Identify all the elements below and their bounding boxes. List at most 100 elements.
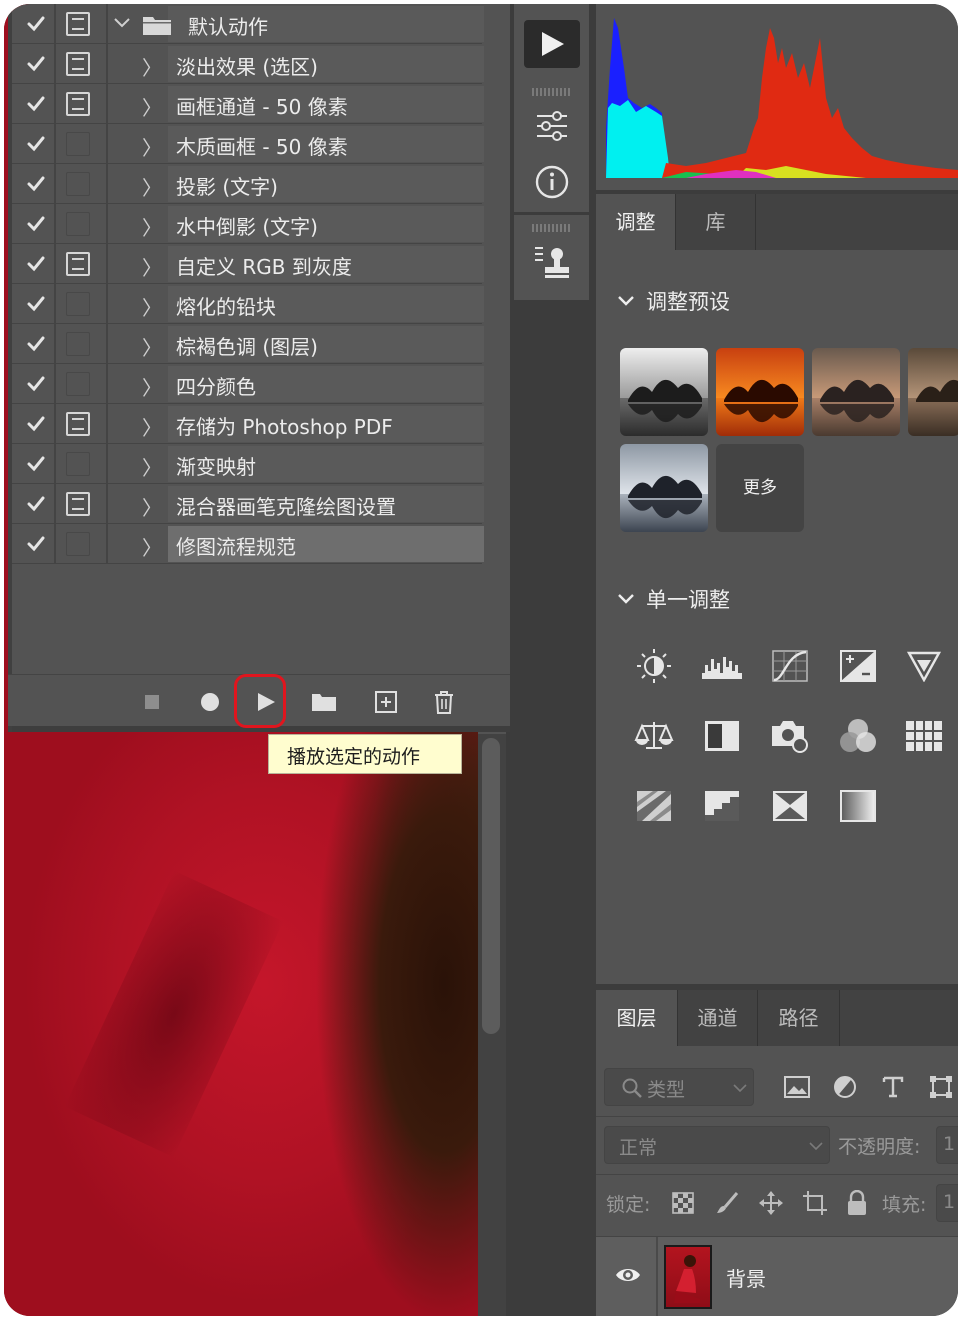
- preset-thumbnail[interactable]: [812, 348, 900, 436]
- chevron-right-icon[interactable]: 〉: [142, 252, 162, 281]
- chevron-down-icon[interactable]: [110, 10, 134, 34]
- dialog-toggle-icon[interactable]: [66, 372, 90, 396]
- invert-button[interactable]: [632, 784, 676, 828]
- dialog-toggle-icon[interactable]: [66, 12, 90, 36]
- checkmark-icon[interactable]: [22, 330, 50, 358]
- action-row[interactable]: 〉渐变映射: [12, 444, 484, 484]
- lock-position-button[interactable]: [756, 1188, 786, 1218]
- action-row[interactable]: 〉混合器画笔克隆绘图设置: [12, 484, 484, 524]
- tab-channels[interactable]: 通道: [678, 990, 758, 1046]
- tab-libraries[interactable]: 库: [676, 194, 756, 250]
- dialog-toggle-icon[interactable]: [66, 532, 90, 556]
- eye-icon[interactable]: [614, 1265, 642, 1285]
- stop-button[interactable]: [132, 685, 172, 719]
- vibrance-button[interactable]: [902, 644, 946, 688]
- preset-thumbnail[interactable]: [908, 348, 958, 436]
- levels-button[interactable]: [700, 644, 744, 688]
- chevron-right-icon[interactable]: 〉: [142, 372, 162, 401]
- action-row[interactable]: 〉投影 (文字): [12, 164, 484, 204]
- dialog-toggle-icon[interactable]: [66, 332, 90, 356]
- chevron-right-icon[interactable]: 〉: [142, 92, 162, 121]
- new-action-button[interactable]: [366, 685, 406, 719]
- chevron-right-icon[interactable]: 〉: [142, 172, 162, 201]
- dialog-toggle-icon[interactable]: [66, 492, 90, 516]
- brightness-contrast-button[interactable]: [632, 644, 676, 688]
- checkmark-icon[interactable]: [22, 530, 50, 558]
- chevron-right-icon[interactable]: 〉: [142, 412, 162, 441]
- tab-adjustments[interactable]: 调整: [596, 194, 676, 250]
- filter-type-button[interactable]: [878, 1072, 908, 1102]
- dialog-toggle-icon[interactable]: [66, 212, 90, 236]
- opacity-input[interactable]: 1: [936, 1126, 958, 1164]
- action-row[interactable]: 〉四分颜色: [12, 364, 484, 404]
- chevron-right-icon[interactable]: 〉: [142, 292, 162, 321]
- lock-all-button[interactable]: [842, 1188, 872, 1218]
- black-white-button[interactable]: [700, 714, 744, 758]
- action-row[interactable]: 〉存储为 Photoshop PDF: [12, 404, 484, 444]
- blend-mode-select[interactable]: 正常: [604, 1126, 830, 1164]
- canvas-vertical-scrollbar[interactable]: [478, 734, 506, 1316]
- lock-image-button[interactable]: [712, 1188, 742, 1218]
- info-panel-button[interactable]: [514, 160, 590, 204]
- dialog-toggle-icon[interactable]: [66, 92, 90, 116]
- lock-transparent-button[interactable]: [668, 1188, 698, 1218]
- presets-section-header[interactable]: 调整预设: [616, 286, 730, 316]
- chevron-right-icon[interactable]: 〉: [142, 452, 162, 481]
- posterize-button[interactable]: [700, 784, 744, 828]
- action-row[interactable]: 〉水中倒影 (文字): [12, 204, 484, 244]
- preset-thumbnail[interactable]: [716, 348, 804, 436]
- tab-layers[interactable]: 图层: [596, 990, 678, 1046]
- curves-button[interactable]: [768, 644, 812, 688]
- new-set-button[interactable]: [304, 685, 344, 719]
- checkmark-icon[interactable]: [22, 90, 50, 118]
- gradient-map-button[interactable]: [836, 784, 880, 828]
- action-row[interactable]: 〉木质画框 - 50 像素: [12, 124, 484, 164]
- color-lookup-button[interactable]: [902, 714, 946, 758]
- checkmark-icon[interactable]: [22, 370, 50, 398]
- scrollbar-thumb[interactable]: [482, 738, 500, 1034]
- checkmark-icon[interactable]: [22, 130, 50, 158]
- chevron-right-icon[interactable]: 〉: [142, 532, 162, 561]
- action-row[interactable]: 〉修图流程规范: [12, 524, 484, 564]
- chevron-right-icon[interactable]: 〉: [142, 492, 162, 521]
- action-row[interactable]: 〉淡出效果 (选区): [12, 44, 484, 84]
- filter-shape-button[interactable]: [926, 1072, 956, 1102]
- dialog-toggle-icon[interactable]: [66, 292, 90, 316]
- filter-pixel-button[interactable]: [782, 1072, 812, 1102]
- single-adjustments-header[interactable]: 单一调整: [616, 584, 730, 614]
- tab-paths[interactable]: 路径: [758, 990, 840, 1046]
- checkmark-icon[interactable]: [22, 210, 50, 238]
- dialog-toggle-icon[interactable]: [66, 132, 90, 156]
- filter-adjustment-button[interactable]: [830, 1072, 860, 1102]
- delete-button[interactable]: [424, 685, 464, 719]
- checkmark-icon[interactable]: [22, 290, 50, 318]
- dialog-toggle-icon[interactable]: [66, 172, 90, 196]
- action-row[interactable]: 〉自定义 RGB 到灰度: [12, 244, 484, 284]
- checkmark-icon[interactable]: [22, 50, 50, 78]
- dialog-toggle-icon[interactable]: [66, 52, 90, 76]
- layer-filter-select[interactable]: 类型: [604, 1068, 754, 1106]
- drag-grip[interactable]: [532, 224, 572, 232]
- color-balance-button[interactable]: [632, 714, 676, 758]
- checkmark-icon[interactable]: [22, 450, 50, 478]
- exposure-button[interactable]: [836, 644, 880, 688]
- action-row[interactable]: 〉熔化的铅块: [12, 284, 484, 324]
- chevron-right-icon[interactable]: 〉: [142, 132, 162, 161]
- preset-thumbnail[interactable]: [620, 444, 708, 532]
- channel-mixer-button[interactable]: [836, 714, 880, 758]
- checkmark-icon[interactable]: [22, 170, 50, 198]
- dialog-toggle-icon[interactable]: [66, 412, 90, 436]
- layer-thumbnail[interactable]: [664, 1245, 712, 1309]
- threshold-button[interactable]: [768, 784, 812, 828]
- preset-thumbnail[interactable]: [620, 348, 708, 436]
- photo-filter-button[interactable]: [768, 714, 812, 758]
- layer-row-background[interactable]: 背景: [596, 1236, 958, 1316]
- lock-artboard-button[interactable]: [800, 1188, 830, 1218]
- drag-grip[interactable]: [532, 88, 572, 96]
- action-row[interactable]: 〉画框通道 - 50 像素: [12, 84, 484, 124]
- dialog-toggle-icon[interactable]: [66, 252, 90, 276]
- record-button[interactable]: [190, 685, 230, 719]
- action-row[interactable]: 〉棕褐色调 (图层): [12, 324, 484, 364]
- action-set-row[interactable]: 默认动作: [12, 4, 484, 44]
- chevron-right-icon[interactable]: 〉: [142, 212, 162, 241]
